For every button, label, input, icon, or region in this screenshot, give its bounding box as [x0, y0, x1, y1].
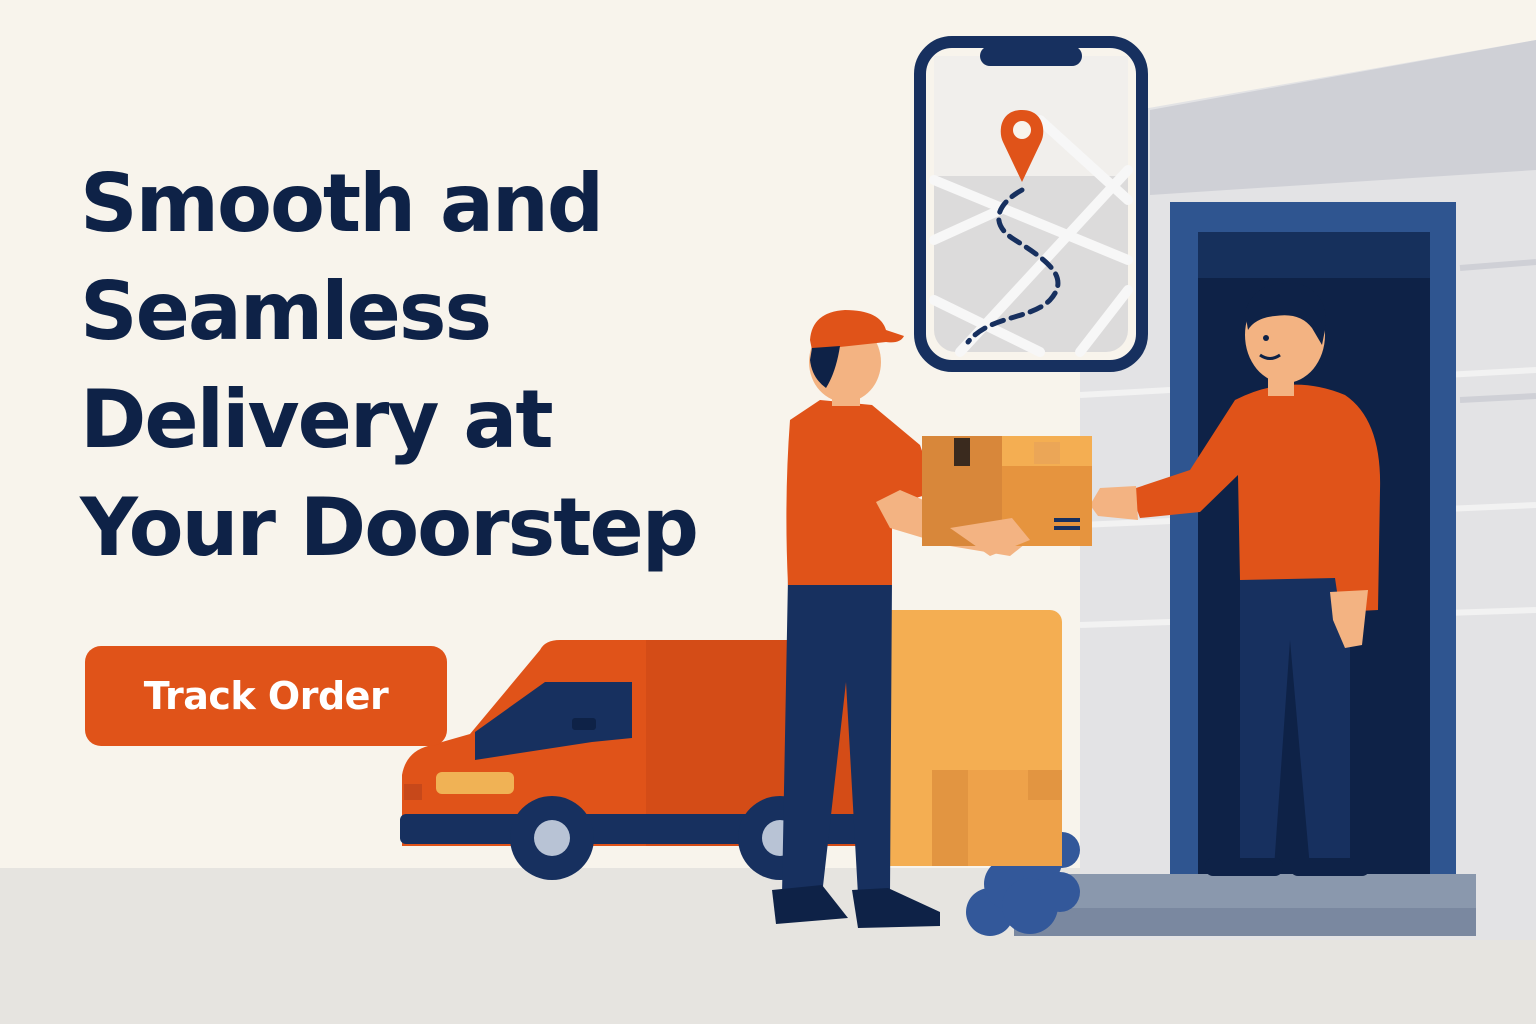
headline-line-2: Seamless [80, 265, 492, 358]
track-order-button[interactable]: Track Order [85, 646, 447, 746]
headline-line-4: Your Doorstep [80, 481, 699, 574]
phone-map-icon [914, 36, 1148, 372]
headline-line-1: Smooth and [80, 157, 604, 250]
van-front-wheel [510, 796, 594, 880]
headline: Smooth and Seamless Delivery at Your Doo… [80, 150, 800, 582]
headline-line-3: Delivery at [80, 373, 554, 466]
door-steps [1014, 874, 1476, 936]
stacked-boxes [872, 610, 1062, 866]
